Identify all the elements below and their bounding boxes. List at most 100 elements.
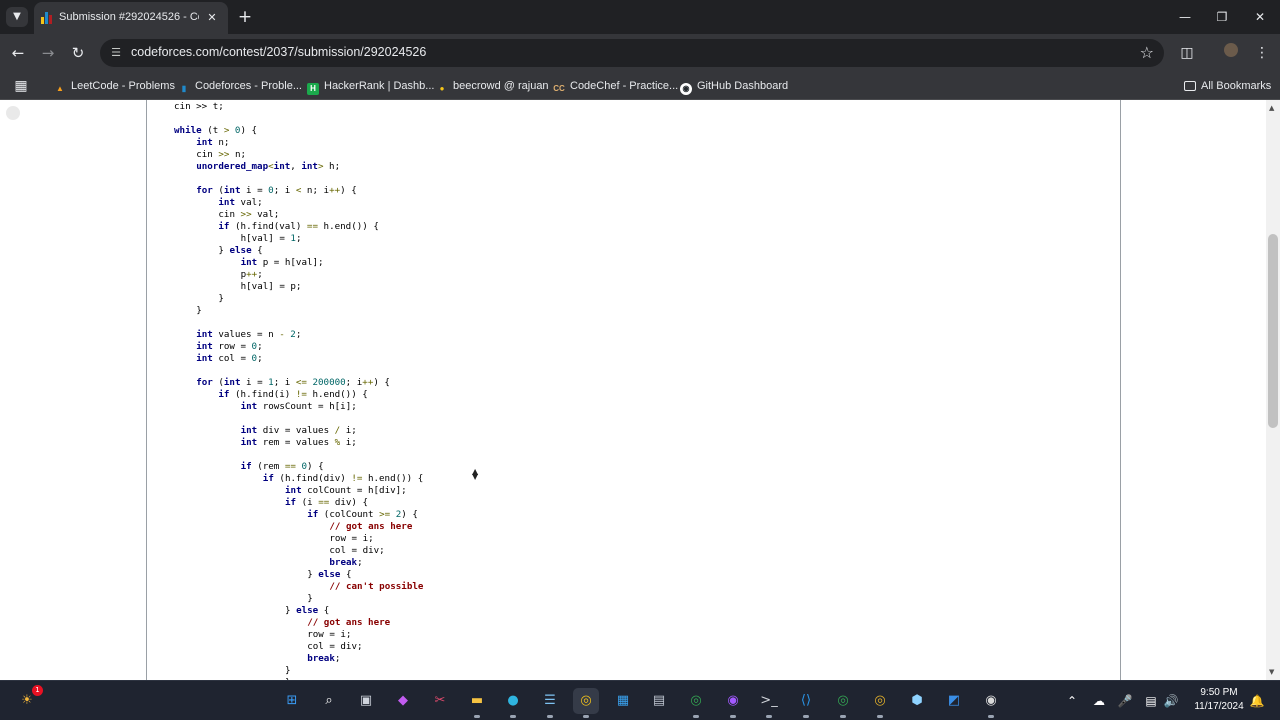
code-line: // got ans here — [307, 617, 390, 629]
code-token: unordered_map — [196, 161, 269, 172]
code-token: int — [196, 353, 213, 364]
code-token: ; i — [273, 377, 296, 388]
extensions-icon[interactable]: ◫ — [1177, 43, 1197, 63]
paint-icon[interactable]: ◩ — [941, 688, 967, 714]
new-tab-icon[interactable]: + — [236, 8, 254, 26]
tray-overflow-icon[interactable]: ⌃ — [1063, 692, 1081, 710]
code-token: ) { — [240, 125, 258, 136]
code-token: i = — [240, 185, 269, 196]
code-line: } else { — [307, 569, 351, 581]
code-token: } — [196, 305, 202, 316]
tab-bar: ▼ Submission #292024526 - Codeforces ✕ +… — [0, 0, 1280, 34]
code-line: break; — [329, 557, 362, 569]
obs-icon[interactable]: ◉ — [978, 688, 1004, 718]
bookmark-github[interactable]: ◉ GitHub Dashboard — [680, 77, 788, 95]
bookmark-beecrowd[interactable]: ● beecrowd @ rajuan — [436, 77, 549, 95]
apps-grid-icon[interactable]: ▦ — [11, 76, 31, 96]
code-token: h.end()) { — [362, 473, 424, 484]
code-line: while (t > 0) { — [174, 125, 257, 137]
microphone-icon[interactable]: 🎤 — [1116, 692, 1134, 710]
code-token: // got ans here — [329, 521, 413, 532]
tab-search-chevron-icon[interactable]: ▼ — [6, 7, 28, 27]
network-icon[interactable]: ▤ — [1142, 692, 1160, 710]
code-token: p = h[val]; — [257, 257, 324, 268]
start-icon[interactable]: ⊞ — [279, 688, 305, 714]
running-indicator — [474, 715, 480, 718]
scroll-up-icon[interactable]: ▲ — [1269, 104, 1274, 112]
system-clock[interactable]: 9:50 PM 11/17/2024 — [1188, 686, 1250, 714]
code-token: i; — [340, 425, 357, 436]
chrome-g-icon[interactable]: ◎ — [867, 688, 893, 718]
address-bar[interactable]: ☰ codeforces.com/contest/2037/submission… — [100, 39, 1164, 67]
code-line: // can't possible — [329, 581, 423, 593]
bookmark-leetcode[interactable]: ▲ LeetCode - Problems — [54, 77, 175, 95]
code-line: } — [196, 305, 202, 317]
code-token: 200000 — [312, 377, 346, 388]
back-icon[interactable]: ← — [7, 42, 29, 64]
scroll-thumb[interactable] — [1268, 234, 1278, 428]
onedrive-icon[interactable]: ☁ — [1090, 692, 1108, 710]
copilot-icon[interactable]: ◆ — [390, 688, 416, 714]
page-scrollbar[interactable]: ▲ ▼ — [1266, 100, 1280, 680]
task-view-icon[interactable]: ▣ — [353, 688, 379, 714]
code-line: col = div; — [329, 545, 384, 557]
code-line: p++; — [241, 269, 263, 281]
profile-avatar-icon[interactable] — [1221, 43, 1241, 63]
code-token: ; — [295, 329, 302, 340]
search-icon[interactable]: ⌕ — [316, 688, 342, 714]
code-token: cin — [218, 209, 241, 220]
volume-icon[interactable]: 🔊 — [1162, 692, 1180, 710]
code-token: ; — [295, 233, 302, 244]
code-line: col = div; — [307, 641, 362, 653]
forward-icon[interactable]: → — [37, 42, 59, 64]
chrome-icon[interactable]: ◎ — [573, 688, 599, 718]
code-line: // got ans here — [329, 521, 412, 533]
maximize-icon[interactable]: ❐ — [1212, 7, 1232, 27]
all-bookmarks[interactable]: All Bookmarks — [1184, 77, 1271, 95]
bookmark-codeforces[interactable]: ▮ Codeforces - Proble... — [178, 77, 302, 95]
code-token: i; — [340, 437, 357, 448]
close-window-icon[interactable]: ✕ — [1250, 7, 1270, 27]
code-token: int — [218, 197, 235, 208]
code-token: h.end()) { — [306, 389, 368, 400]
scroll-down-icon[interactable]: ▼ — [1269, 668, 1274, 676]
url-text[interactable]: codeforces.com/contest/2037/submission/2… — [131, 45, 426, 59]
code-token: cin >> t; — [174, 101, 224, 112]
site-info-icon[interactable]: ☰ — [108, 45, 124, 61]
bookmark-codechef[interactable]: CC CodeChef - Practice... — [553, 77, 678, 95]
notepad-icon[interactable]: ☰ — [537, 688, 563, 718]
store-icon[interactable]: ▦ — [610, 688, 636, 714]
code-token: int — [240, 257, 258, 268]
notifications-bell-icon[interactable]: 🔔 — [1248, 692, 1266, 710]
snipping-tool-icon[interactable]: ✂ — [427, 688, 453, 714]
code-token: ; — [257, 269, 263, 280]
close-tab-icon[interactable]: ✕ — [204, 10, 220, 26]
clock-time: 9:50 PM — [1200, 687, 1238, 698]
weather-widget-icon[interactable]: ☀ 1 — [14, 685, 43, 714]
vscode-icon[interactable]: ⟨⟩ — [793, 688, 819, 718]
folder-icon — [1184, 81, 1196, 91]
code-line: } — [218, 293, 224, 305]
page-gear-icon[interactable] — [6, 106, 20, 120]
chrome-profile-icon[interactable]: ◎ — [683, 688, 709, 718]
tab-active[interactable]: Submission #292024526 - Codeforces ✕ — [34, 2, 228, 34]
terminal-icon[interactable]: >_ — [756, 688, 782, 718]
minimize-icon[interactable]: — — [1175, 7, 1195, 27]
code-line: int colCount = h[div]; — [285, 485, 407, 497]
code-token: ) { — [307, 461, 324, 472]
clock-date: 11/17/2024 — [1194, 701, 1244, 712]
code-line: int val; — [218, 197, 262, 209]
code-token: int — [240, 401, 258, 412]
reload-icon[interactable]: ↻ — [67, 42, 89, 64]
chrome-r-icon[interactable]: ◎ — [830, 688, 856, 718]
file-explorer-icon[interactable]: ▬ — [464, 688, 490, 718]
bookmark-star-icon[interactable]: ☆ — [1140, 44, 1154, 62]
calculator-icon[interactable]: ▤ — [646, 688, 672, 714]
code-token: { — [251, 245, 263, 256]
menu-kebab-icon[interactable]: ⋮ — [1252, 43, 1272, 63]
code-line: if (h.find(i) != h.end()) { — [218, 389, 367, 401]
edge-icon[interactable]: ● — [500, 688, 526, 718]
bookmark-hackerrank[interactable]: H HackerRank | Dashb... — [307, 77, 434, 95]
app-cube-icon[interactable]: ⬢ — [904, 688, 930, 714]
messenger-icon[interactable]: ◉ — [720, 688, 746, 718]
